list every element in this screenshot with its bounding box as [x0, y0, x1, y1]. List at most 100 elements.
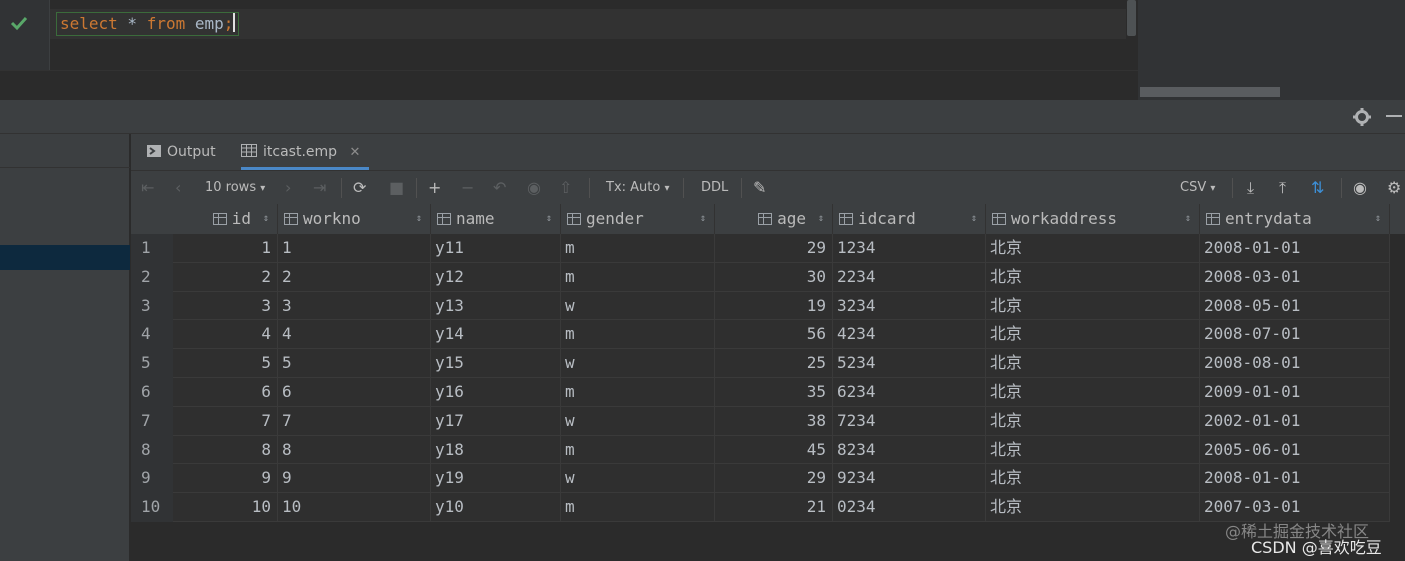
compare-icon[interactable]: ⇅ [1311, 171, 1324, 205]
page-size-dropdown[interactable]: 10 rows ▾ [205, 171, 265, 205]
table-row[interactable]: 8 8 8 y18 m 45 8234 北京 2005-06-01 [131, 435, 1405, 465]
cell-entrydata[interactable]: 2008-03-01 [1200, 262, 1390, 292]
column-header-entrydata[interactable]: entrydata ⇕ [1200, 204, 1390, 234]
row-number[interactable]: 7 [131, 406, 173, 436]
cell-workno[interactable]: 7 [278, 406, 431, 436]
cell-idcard[interactable]: 3234 [833, 291, 986, 321]
sort-icon[interactable]: ⇕ [818, 204, 824, 234]
cell-workaddress[interactable]: 北京 [986, 464, 1200, 494]
editor-empty-area[interactable] [0, 70, 1138, 100]
cell-entrydata[interactable]: 2005-06-01 [1200, 435, 1390, 465]
cell-workaddress[interactable]: 北京 [986, 262, 1200, 292]
cell-entrydata[interactable]: 2002-01-01 [1200, 406, 1390, 436]
cell-workno[interactable]: 5 [278, 349, 431, 378]
cell-entrydata[interactable]: 2009-01-01 [1200, 377, 1390, 407]
cell-idcard[interactable]: 6234 [833, 377, 986, 407]
cell-id[interactable]: 8 [173, 435, 278, 465]
left-sidebar-selected-item[interactable] [0, 245, 130, 270]
row-number[interactable]: 9 [131, 464, 173, 494]
submit-icon[interactable]: ⇧ [559, 171, 572, 205]
cell-workno[interactable]: 4 [278, 320, 431, 350]
cell-workaddress[interactable]: 北京 [986, 377, 1200, 407]
cell-age[interactable]: 19 [715, 291, 833, 321]
cell-id[interactable]: 1 [173, 234, 278, 263]
stop-icon[interactable]: ■ [389, 171, 404, 205]
previous-page-icon[interactable]: ‹ [175, 171, 181, 205]
cell-workaddress[interactable]: 北京 [986, 291, 1200, 321]
cell-age[interactable]: 30 [715, 262, 833, 292]
add-row-icon[interactable]: + [428, 171, 441, 205]
column-header-idcard[interactable]: idcard ⇕ [833, 204, 986, 234]
cell-id[interactable]: 3 [173, 291, 278, 321]
cell-age[interactable]: 56 [715, 320, 833, 350]
cell-gender[interactable]: m [561, 377, 715, 407]
column-header-workno[interactable]: workno ⇕ [278, 204, 431, 234]
column-header-id[interactable]: id ⇕ [173, 204, 278, 234]
cell-gender[interactable]: m [561, 320, 715, 350]
cell-name[interactable]: y13 [431, 291, 561, 321]
cell-workno[interactable]: 10 [278, 493, 431, 522]
cell-entrydata[interactable]: 2008-01-01 [1200, 464, 1390, 494]
row-number[interactable]: 8 [131, 435, 173, 465]
table-row[interactable]: 5 5 5 y15 w 25 5234 北京 2008-08-01 [131, 349, 1405, 378]
cell-gender[interactable]: w [561, 349, 715, 378]
cell-entrydata[interactable]: 2008-07-01 [1200, 320, 1390, 350]
table-row[interactable]: 6 6 6 y16 m 35 6234 北京 2009-01-01 [131, 377, 1405, 407]
cell-gender[interactable]: w [561, 406, 715, 436]
cell-id[interactable]: 5 [173, 349, 278, 378]
sql-editor[interactable]: select * from emp; [0, 0, 1138, 100]
eye-icon[interactable]: ◉ [1353, 171, 1367, 205]
cell-workaddress[interactable]: 北京 [986, 493, 1200, 522]
download-icon[interactable]: ⤓ [1247, 171, 1254, 205]
row-number[interactable]: 1 [131, 234, 173, 263]
cell-name[interactable]: y11 [431, 234, 561, 263]
pin-icon[interactable]: ✎ [753, 171, 766, 205]
sort-icon[interactable]: ⇕ [416, 204, 422, 234]
cell-gender[interactable]: w [561, 291, 715, 321]
cell-idcard[interactable]: 7234 [833, 406, 986, 436]
cell-name[interactable]: y16 [431, 377, 561, 407]
cell-workno[interactable]: 2 [278, 262, 431, 292]
editor-horizontal-scrollbar[interactable] [1140, 87, 1280, 97]
cell-name[interactable]: y18 [431, 435, 561, 465]
editor-vertical-scrollbar[interactable] [1127, 0, 1136, 36]
cell-gender[interactable]: m [561, 234, 715, 263]
row-number[interactable]: 5 [131, 349, 173, 378]
ddl-button[interactable]: DDL [701, 171, 728, 205]
sort-icon[interactable]: ⇕ [1375, 204, 1381, 234]
upload-icon[interactable]: ⤒ [1279, 171, 1286, 205]
last-page-icon[interactable]: ⇥ [313, 171, 326, 205]
sort-icon[interactable]: ⇕ [700, 204, 706, 234]
cell-id[interactable]: 2 [173, 262, 278, 292]
table-row[interactable]: 9 9 9 y19 w 29 9234 北京 2008-01-01 [131, 464, 1405, 494]
column-header-workaddress[interactable]: workaddress ⇕ [986, 204, 1200, 234]
cell-age[interactable]: 35 [715, 377, 833, 407]
sort-icon[interactable]: ⇕ [971, 204, 977, 234]
cell-name[interactable]: y12 [431, 262, 561, 292]
cell-idcard[interactable]: 8234 [833, 435, 986, 465]
cell-idcard[interactable]: 2234 [833, 262, 986, 292]
close-icon[interactable]: ✕ [349, 145, 360, 160]
cell-name[interactable]: y19 [431, 464, 561, 494]
refresh-icon[interactable]: ⟳ [353, 171, 366, 205]
cell-name[interactable]: y17 [431, 406, 561, 436]
cell-age[interactable]: 38 [715, 406, 833, 436]
cell-id[interactable]: 6 [173, 377, 278, 407]
cell-id[interactable]: 10 [173, 493, 278, 522]
cell-id[interactable]: 9 [173, 464, 278, 494]
table-row[interactable]: 1 1 1 y11 m 29 1234 北京 2008-01-01 [131, 234, 1405, 263]
cell-workno[interactable]: 9 [278, 464, 431, 494]
sort-icon[interactable]: ⇕ [263, 204, 269, 234]
cell-name[interactable]: y10 [431, 493, 561, 522]
transaction-mode-dropdown[interactable]: Tx: Auto ▾ [606, 171, 670, 205]
row-number[interactable]: 10 [131, 493, 173, 522]
cell-age[interactable]: 29 [715, 464, 833, 494]
table-row[interactable]: 3 3 3 y13 w 19 3234 北京 2008-05-01 [131, 291, 1405, 321]
cell-gender[interactable]: m [561, 493, 715, 522]
column-header-gender[interactable]: gender ⇕ [561, 204, 715, 234]
column-header-age[interactable]: age ⇕ [715, 204, 833, 234]
revert-icon[interactable]: ↶ [493, 171, 506, 205]
sort-icon[interactable]: ⇕ [546, 204, 552, 234]
first-page-icon[interactable]: ⇤ [141, 171, 154, 205]
view-icon[interactable]: ◉ [527, 171, 541, 205]
